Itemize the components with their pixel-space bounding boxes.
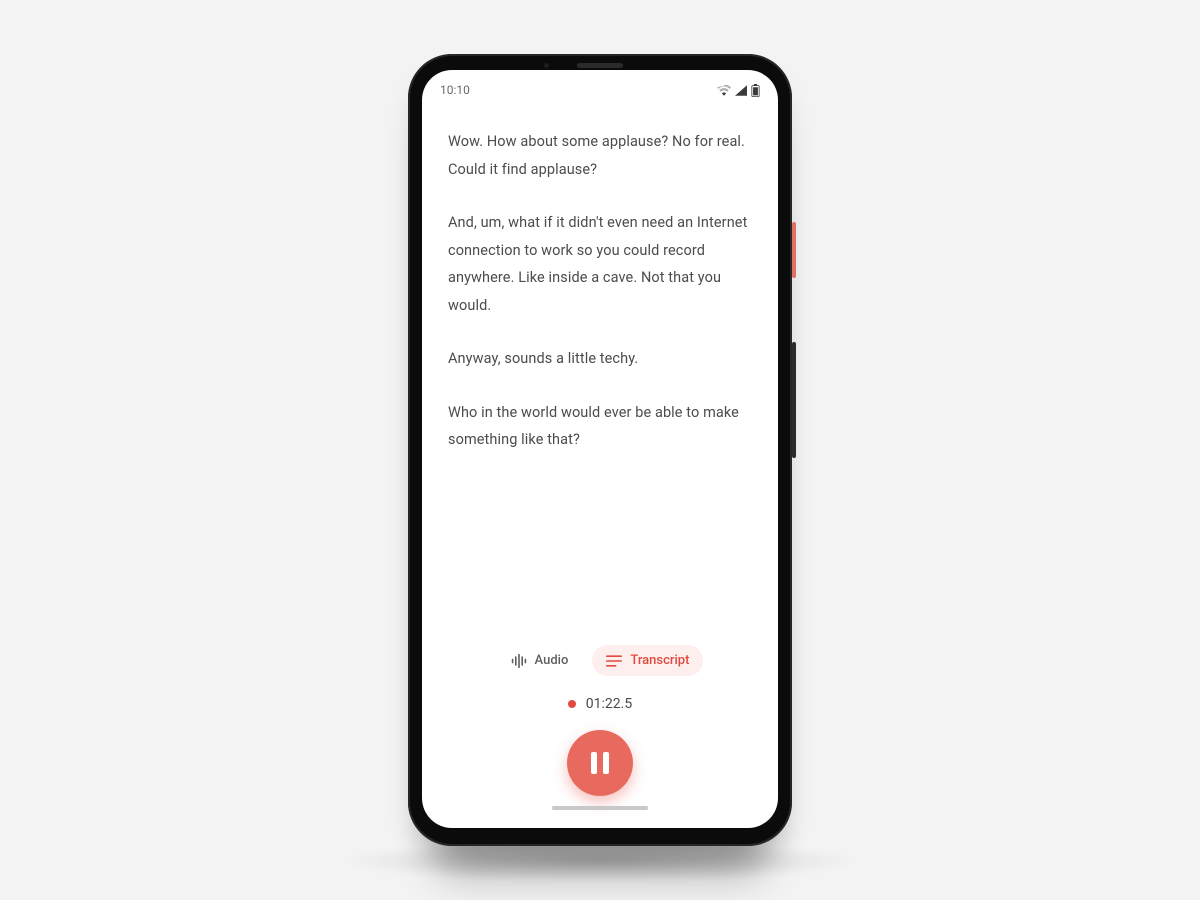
wifi-icon — [717, 85, 731, 96]
volume-rocker — [792, 342, 796, 458]
tab-transcript[interactable]: Transcript — [592, 645, 703, 676]
tab-audio-label: Audio — [535, 653, 569, 668]
transcript-pane[interactable]: Wow. How about some applause? No for rea… — [422, 104, 778, 639]
waveform-icon — [511, 654, 527, 668]
product-shot: 10:10 — [0, 0, 1200, 900]
floor-shadow — [340, 840, 860, 882]
status-time: 10:10 — [440, 83, 470, 97]
transcript-paragraph: Anyway, sounds a little techy. — [448, 345, 752, 373]
tab-audio[interactable]: Audio — [497, 645, 583, 676]
power-button — [792, 222, 796, 278]
transcript-text: Wow. How about some applause? No for rea… — [448, 128, 752, 454]
pause-button[interactable] — [567, 730, 633, 796]
earpiece-speaker — [577, 63, 623, 68]
battery-icon — [751, 84, 760, 97]
pause-icon — [591, 752, 609, 774]
recording-timer: 01:22.5 — [568, 696, 632, 712]
view-tabs: Audio Transcript — [497, 645, 704, 676]
status-bar: 10:10 — [422, 70, 778, 104]
phone-screen: 10:10 — [422, 70, 778, 828]
transcript-paragraph: Wow. How about some applause? No for rea… — [448, 128, 752, 183]
transcript-paragraph: Who in the world would ever be able to m… — [448, 399, 752, 454]
tab-transcript-label: Transcript — [630, 653, 689, 668]
elapsed-time: 01:22.5 — [586, 696, 632, 712]
gesture-nav-pill[interactable] — [552, 806, 648, 810]
controls-area: Audio Transcript — [422, 639, 778, 828]
front-camera — [542, 61, 551, 70]
transcript-icon — [606, 655, 622, 667]
phone-frame: 10:10 — [408, 54, 792, 846]
cellular-icon — [735, 85, 747, 96]
status-icons — [717, 84, 760, 97]
recording-indicator-icon — [568, 700, 576, 708]
transcript-paragraph: And, um, what if it didn't even need an … — [448, 209, 752, 319]
